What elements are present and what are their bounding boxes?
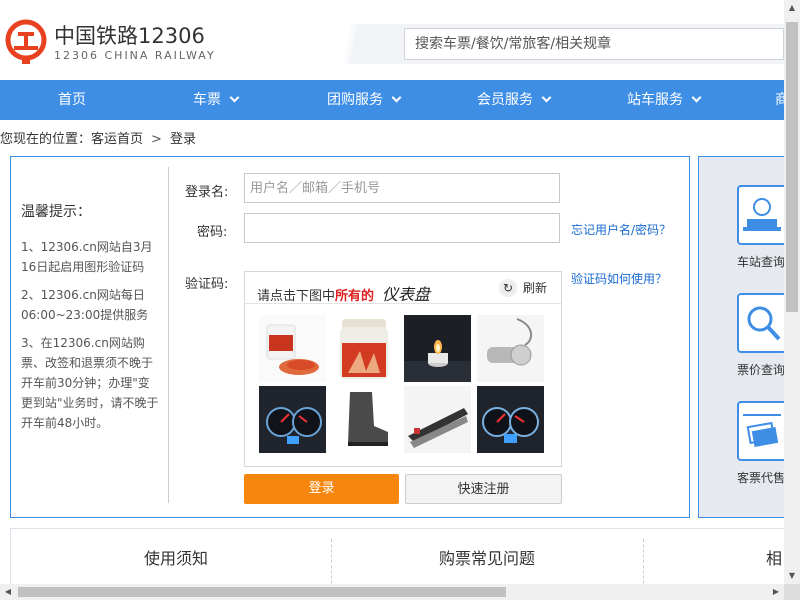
username-field[interactable]	[244, 173, 560, 203]
nav-item-group-service[interactable]: 团购服务	[327, 80, 402, 120]
usage-notice-link[interactable]: 使用须知	[144, 545, 208, 569]
stapler-icon	[404, 386, 471, 453]
tips-title: 温馨提示：	[21, 204, 91, 220]
breadcrumb-home-link[interactable]: 客运首页	[91, 132, 143, 147]
captcha-image-candle[interactable]	[404, 315, 471, 382]
captcha-target-word: 仪表盘	[382, 285, 431, 304]
captcha-label: 验证码:	[185, 277, 229, 292]
vertical-scroll-thumb[interactable]	[786, 22, 798, 312]
captcha-prompt: 请点击下图中所有的 仪表盘	[257, 281, 430, 305]
captcha-header: 请点击下图中所有的 仪表盘 ↻ 刷新	[245, 272, 561, 304]
site-title[interactable]: 中国铁路12306	[54, 20, 205, 50]
scroll-down-icon[interactable]: ▼	[784, 568, 800, 584]
nav-item-label: 车票	[193, 92, 221, 108]
nav-item-tickets[interactable]: 车票	[193, 80, 240, 120]
tip-item: 3、在12306.cn网站购票、改签和退票须不晚于开车前30分钟；办理"变更到站…	[21, 336, 159, 430]
captcha-image-chili-jar[interactable]	[330, 315, 397, 382]
horizontal-scroll-thumb[interactable]	[18, 587, 506, 597]
nav-item-member-service[interactable]: 会员服务	[477, 80, 552, 120]
chevron-down-icon	[541, 92, 552, 103]
captcha-image-stapler[interactable]	[404, 386, 471, 453]
nav-item-home[interactable]: 首页	[58, 80, 86, 120]
refresh-icon: ↻	[498, 279, 517, 297]
breadcrumb-separator: >	[151, 132, 162, 147]
nav-item-station-service[interactable]: 站车服务	[627, 80, 702, 120]
main-nav: 首页 车票 团购服务 会员服务 站车服务 商	[0, 80, 789, 120]
vertical-divider	[168, 167, 169, 503]
candle-icon	[404, 315, 471, 382]
side-panel: 车站查询 票价查询 客票代售	[698, 156, 794, 518]
breadcrumb-current: 登录	[169, 132, 196, 147]
faq-link[interactable]: 购票常见问题	[439, 545, 535, 569]
captcha-widget: 请点击下图中所有的 仪表盘 ↻ 刷新	[244, 271, 562, 467]
site-subtitle: 12306 CHINA RAILWAY	[54, 49, 216, 62]
nav-item-label: 会员服务	[477, 92, 533, 108]
china-railway-logo-icon[interactable]	[4, 18, 48, 64]
scroll-up-icon[interactable]: ▲	[784, 0, 800, 16]
scrollbar-corner	[784, 584, 800, 600]
captcha-help-link[interactable]: 验证码如何使用？	[571, 270, 667, 287]
search-input[interactable]	[404, 28, 784, 60]
chevron-down-icon	[229, 92, 240, 103]
password-field[interactable]	[244, 213, 560, 243]
divider	[331, 539, 332, 589]
page: 中国铁路12306 12306 CHINA RAILWAY 首页 车票 团购服务…	[0, 0, 800, 600]
station-icon	[737, 185, 787, 245]
divider	[643, 539, 644, 589]
chevron-down-icon	[691, 92, 702, 103]
captcha-image-chili-powder[interactable]	[259, 315, 326, 382]
nav-item-label: 团购服务	[327, 92, 383, 108]
captcha-image-dashboard[interactable]	[259, 386, 326, 453]
captcha-prompt-emphasis: 所有的	[335, 289, 375, 304]
tip-item: 2、12306.cn网站每日06:00~23:00提供服务	[21, 288, 149, 322]
username-label: 登录名:	[185, 185, 229, 200]
tips-section: 温馨提示： 1、12306.cn网站自3月16日起启用图形验证码 2、12306…	[21, 201, 161, 441]
header: 中国铁路12306 12306 CHINA RAILWAY	[0, 0, 784, 80]
captcha-refresh-button[interactable]: ↻ 刷新	[498, 279, 547, 297]
register-button[interactable]: 快速注册	[405, 474, 562, 504]
breadcrumb-prefix: 您现在的位置：	[0, 132, 92, 147]
breadcrumb: 您现在的位置：客运首页 > 登录	[0, 128, 196, 147]
captcha-prompt-prefix: 请点击下图中	[257, 289, 336, 304]
login-button[interactable]: 登录	[244, 474, 399, 504]
related-link[interactable]: 相	[766, 545, 782, 569]
whistle-icon	[477, 315, 544, 382]
scroll-right-icon[interactable]: ▶	[768, 584, 784, 600]
horizontal-scrollbar[interactable]: ◀ ▶	[0, 584, 784, 600]
chili-powder-jar-icon	[259, 315, 326, 382]
captcha-image-boot[interactable]	[330, 386, 397, 453]
nav-item-label: 首页	[58, 92, 86, 108]
scroll-left-icon[interactable]: ◀	[0, 584, 16, 600]
captcha-refresh-label: 刷新	[522, 281, 547, 295]
ticket-icon	[737, 401, 787, 461]
password-label: 密码:	[197, 225, 228, 240]
nav-item-label: 站车服务	[627, 92, 683, 108]
forgot-password-link[interactable]: 忘记用户名/密码？	[571, 221, 671, 238]
vertical-scrollbar[interactable]: ▲ ▼	[784, 0, 800, 584]
captcha-image-dashboard[interactable]	[477, 386, 544, 453]
bottom-links: 使用须知 购票常见问题 相	[10, 528, 800, 589]
boot-icon	[330, 386, 397, 453]
chili-powder-jar-icon	[330, 315, 397, 382]
tip-item: 1、12306.cn网站自3月16日起启用图形验证码	[21, 240, 153, 274]
chevron-down-icon	[391, 92, 402, 103]
search-icon	[737, 293, 787, 353]
dashboard-icon	[259, 386, 326, 453]
captcha-image-whistle[interactable]	[477, 315, 544, 382]
login-panel: 温馨提示： 1、12306.cn网站自3月16日起启用图形验证码 2、12306…	[10, 156, 690, 518]
dashboard-icon	[477, 386, 544, 453]
